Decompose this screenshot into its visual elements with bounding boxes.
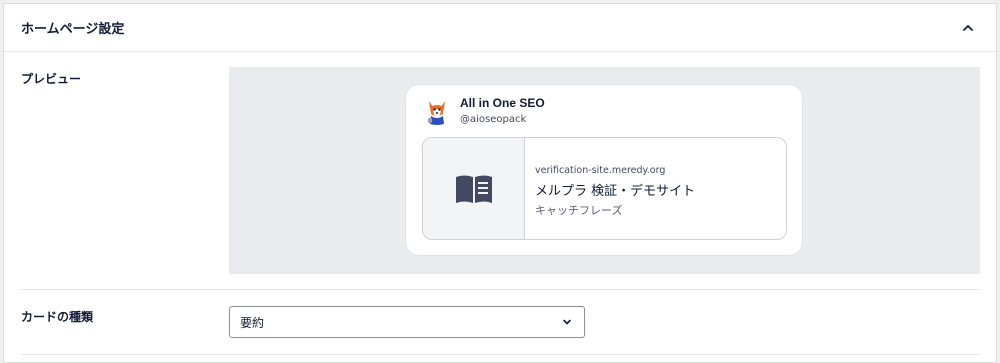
account-handle: @aioseopack	[460, 114, 527, 125]
card-title: メルプラ 検証・デモサイト	[535, 184, 696, 199]
collapse-button[interactable]	[958, 18, 978, 38]
card-type-selected-value: 要約	[240, 315, 265, 330]
row-divider	[21, 289, 980, 290]
homepage-settings-panel: ホームページ設定 プレビュー All in One SEO @aioseopac…	[3, 3, 997, 363]
panel-header[interactable]: ホームページ設定	[4, 4, 996, 52]
avatar	[422, 96, 452, 126]
panel-title: ホームページ設定	[21, 22, 125, 37]
twitter-preview: All in One SEO @aioseopack verification-…	[229, 67, 980, 274]
card-description: キャッチフレーズ	[535, 204, 623, 217]
twitter-card: verification-site.meredy.org メルプラ 検証・デモサ…	[422, 137, 787, 240]
card-type-select[interactable]: 要約	[229, 306, 585, 338]
card-domain: verification-site.meredy.org	[535, 165, 666, 176]
card-body: verification-site.meredy.org メルプラ 検証・デモサ…	[525, 138, 695, 239]
chevron-up-icon	[963, 24, 973, 31]
card-type-label: カードの種類	[21, 310, 94, 324]
tweet-preview: All in One SEO @aioseopack verification-…	[405, 84, 803, 256]
card-thumbnail	[423, 138, 525, 239]
chevron-down-icon	[563, 319, 571, 325]
account-name: All in One SEO	[460, 96, 545, 110]
row-divider	[21, 354, 980, 355]
preview-label: プレビュー	[21, 72, 82, 86]
book-icon	[455, 175, 492, 203]
